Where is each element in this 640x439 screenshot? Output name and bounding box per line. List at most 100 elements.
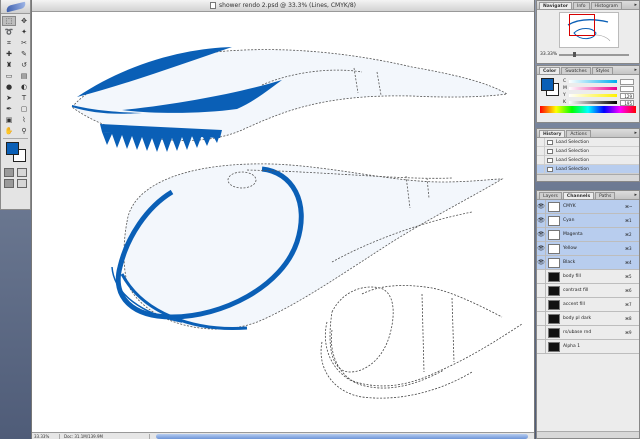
channel-row[interactable]: body pl dark ⌘8 <box>537 311 639 326</box>
zoom-icon[interactable]: ⚲ <box>17 126 31 136</box>
channel-row[interactable]: 👁 Black ⌘4 <box>537 255 639 270</box>
eye-icon[interactable]: 👁 <box>537 227 546 242</box>
eye-icon[interactable]: 👁 <box>537 241 546 256</box>
channel-shortcut: ⌘9 <box>625 330 632 335</box>
channel-value-field[interactable]: 195 <box>620 99 634 106</box>
foreground-color-swatch[interactable] <box>6 142 19 155</box>
tab-styles[interactable]: Styles <box>591 67 614 74</box>
channel-slider[interactable] <box>569 87 617 90</box>
move-icon[interactable]: ✥ <box>17 16 31 26</box>
navigator-zoom-knob[interactable] <box>573 52 576 57</box>
document-title-bar[interactable]: shower rendo 2.psd @ 33.3% (Lines, CMYK/… <box>32 0 534 12</box>
canvas[interactable] <box>32 12 534 432</box>
tab-navigator[interactable]: Navigator <box>539 2 572 9</box>
history-tabs: History Actions ▸ <box>537 129 639 138</box>
full-screen-menu-button[interactable] <box>17 179 27 188</box>
channel-slider[interactable] <box>569 80 617 83</box>
eye-icon[interactable] <box>537 325 546 340</box>
tab-history[interactable]: History <box>539 130 566 137</box>
crop-icon[interactable]: ⌗ <box>2 38 16 48</box>
dodge-icon[interactable]: ◐ <box>17 82 31 92</box>
quick-mask-mode-button[interactable] <box>17 168 27 177</box>
palette-menu-icon[interactable]: ▸ <box>634 129 637 137</box>
eye-icon[interactable] <box>537 297 546 312</box>
load-selection-icon <box>547 166 553 172</box>
tab-histogram[interactable]: Histogram <box>590 2 622 9</box>
channel-row[interactable]: 👁 CMYK ⌘~ <box>537 199 639 214</box>
standard-screen-button[interactable] <box>4 179 14 188</box>
doc-size-readout[interactable]: Doc: 31.1M/139.9M <box>60 433 150 439</box>
eyedropper-icon[interactable]: ⌇ <box>17 115 31 125</box>
channel-value-field[interactable]: 129 <box>620 92 634 99</box>
channel-value-field[interactable] <box>620 78 634 85</box>
zoom-field[interactable]: 33.33% <box>32 433 60 439</box>
tab-layers[interactable]: Layers <box>539 192 562 199</box>
eye-icon[interactable] <box>537 339 546 354</box>
eye-icon[interactable] <box>537 283 546 298</box>
channel-row[interactable]: body fill ⌘5 <box>537 269 639 284</box>
toolbox-header[interactable] <box>1 0 30 14</box>
channel-row[interactable]: 👁 Magenta ⌘2 <box>537 227 639 242</box>
history-snapshot-toggle[interactable] <box>537 164 545 174</box>
navigator-view-box[interactable] <box>569 14 595 36</box>
blur-icon[interactable]: ● <box>2 82 16 92</box>
channel-row[interactable]: 👁 Yellow ⌘3 <box>537 241 639 256</box>
tab-swatches[interactable]: Swatches <box>561 67 591 74</box>
standard-mode-button[interactable] <box>4 168 14 177</box>
channel-row[interactable]: contrast fill ⌘6 <box>537 283 639 298</box>
color-foreground-swatch[interactable] <box>541 78 554 91</box>
eraser-icon[interactable]: ▭ <box>2 71 16 81</box>
history-item[interactable]: Load Selection <box>537 137 639 147</box>
channel-row[interactable]: 👁 Cyan ⌘1 <box>537 213 639 228</box>
channel-row[interactable]: accent fill ⌘7 <box>537 297 639 312</box>
history-snapshot-toggle[interactable] <box>537 137 545 147</box>
eye-icon[interactable]: 👁 <box>537 255 546 270</box>
palette-menu-icon[interactable]: ▸ <box>634 191 637 199</box>
history-brush-icon[interactable]: ↺ <box>17 60 31 70</box>
marquee-icon[interactable]: ⬚ <box>2 16 16 26</box>
channel-list: 👁 CMYK ⌘~ 👁 Cyan ⌘1 👁 Magenta ⌘2 👁 Yellow ⌘3 👁 Black ⌘… <box>537 199 639 354</box>
tab-channels[interactable]: Channels <box>562 192 595 199</box>
color-channel-row: C <box>563 78 637 85</box>
hand-icon[interactable]: ✋ <box>2 126 16 136</box>
path-select-icon[interactable]: ➤ <box>2 93 16 103</box>
eye-icon[interactable] <box>537 311 546 326</box>
healing-brush-icon[interactable]: ✚ <box>2 49 16 59</box>
shower-sketch-artwork <box>71 47 523 399</box>
palette-menu-icon[interactable]: ▸ <box>634 66 637 74</box>
pen-icon[interactable]: ✒ <box>2 104 16 114</box>
slice-icon[interactable]: ✂ <box>17 38 31 48</box>
tab-color[interactable]: Color <box>539 67 561 74</box>
history-list: Load Selection Load Selection Load Selecti… <box>537 137 639 174</box>
history-item[interactable]: Load Selection <box>537 146 639 156</box>
magic-wand-icon[interactable]: ✦ <box>17 27 31 37</box>
eye-icon[interactable]: 👁 <box>537 213 546 228</box>
history-snapshot-toggle[interactable] <box>537 146 545 156</box>
type-icon[interactable]: T <box>17 93 31 103</box>
eye-icon[interactable]: 👁 <box>537 199 546 214</box>
history-snapshot-toggle[interactable] <box>537 155 545 165</box>
tab-paths[interactable]: Paths <box>595 192 616 199</box>
history-item[interactable]: Load Selection <box>537 155 639 165</box>
history-item[interactable]: Load Selection <box>537 164 639 174</box>
navigator-zoom-slider[interactable] <box>559 54 629 56</box>
eye-icon[interactable] <box>537 269 546 284</box>
notes-icon[interactable]: ▣ <box>2 115 16 125</box>
horizontal-scrollbar[interactable] <box>156 433 528 439</box>
navigator-zoom-value[interactable]: 33.33% <box>540 52 557 57</box>
shape-icon[interactable]: ▢ <box>17 104 31 114</box>
channel-slider[interactable] <box>569 94 617 97</box>
palette-menu-icon[interactable]: ▸ <box>634 1 637 9</box>
brush-icon[interactable]: ✎ <box>17 49 31 59</box>
color-ramp[interactable] <box>540 106 636 113</box>
channel-row[interactable]: rs/ubase rnd ⌘9 <box>537 325 639 340</box>
tab-info[interactable]: Info <box>573 2 590 9</box>
stamp-icon[interactable]: ♜ <box>2 60 16 70</box>
channel-name: Yellow <box>563 246 577 251</box>
channel-slider[interactable] <box>569 101 617 104</box>
gradient-icon[interactable]: ▤ <box>17 71 31 81</box>
lasso-icon[interactable]: ➰ <box>2 27 16 37</box>
tab-actions[interactable]: Actions <box>566 130 591 137</box>
channel-row[interactable]: Alpha 1 <box>537 339 639 354</box>
channel-value-field[interactable] <box>620 85 634 92</box>
